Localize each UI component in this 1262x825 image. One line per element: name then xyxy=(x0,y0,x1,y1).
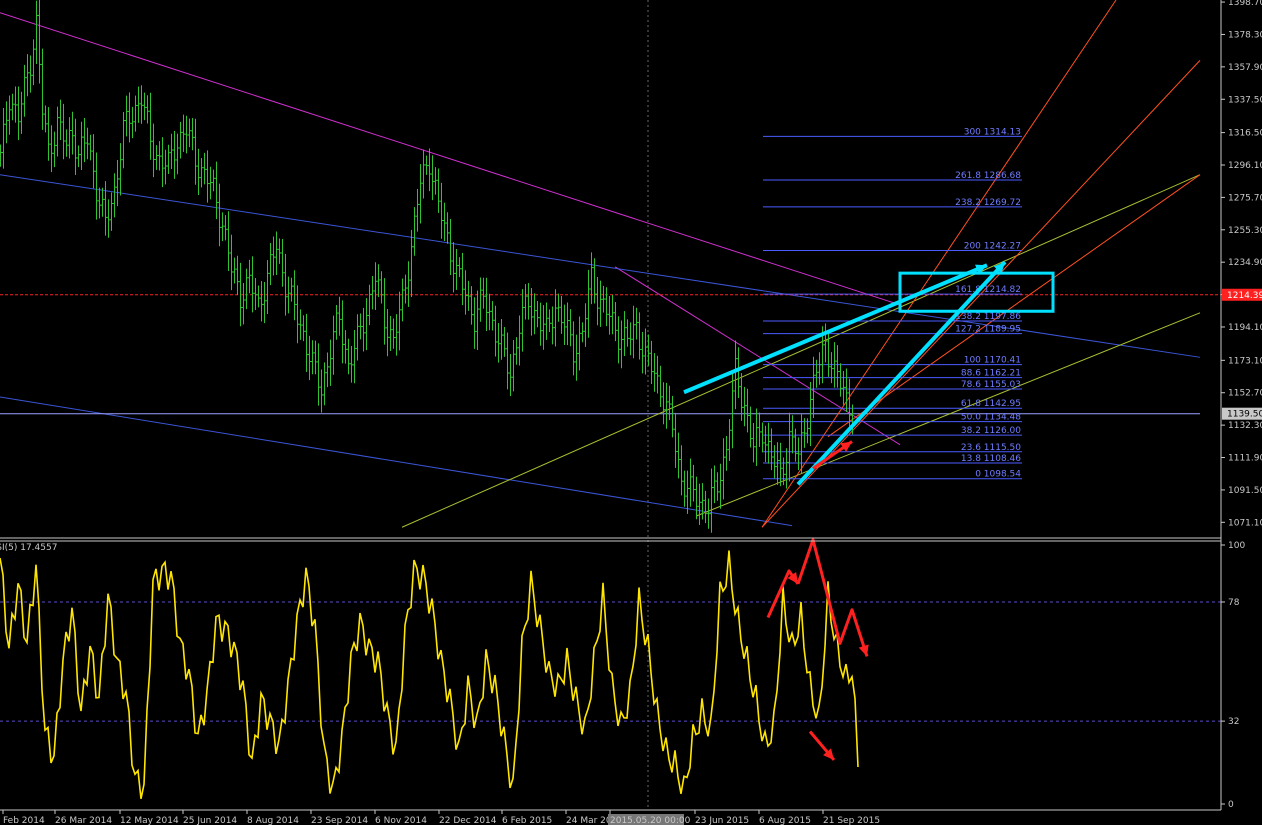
rsi-title: RSI(5) 17.4557 xyxy=(0,543,57,553)
fib-level-label: 23.6 1115.50 xyxy=(961,443,1021,453)
price-tag-label: 1214.39 xyxy=(1227,291,1262,301)
price-tick-label: 1337.50 xyxy=(1228,95,1262,105)
time-tick-label: 25 Jun 2014 xyxy=(183,816,237,825)
crosshair-time-label: 2015.05.20 00:00 xyxy=(610,816,691,825)
orange-fan-a xyxy=(761,0,1117,528)
fib-level-label: 61.8 1142.95 xyxy=(961,399,1021,409)
trend-lines xyxy=(0,0,1221,528)
time-tick-label: 12 May 2014 xyxy=(120,816,179,825)
price-tag-label: 1139.50 xyxy=(1227,410,1262,420)
fib-level-label: 13.8 1108.46 xyxy=(961,454,1021,464)
price-bars xyxy=(0,0,854,533)
fib-level-label: 88.6 1162.21 xyxy=(961,369,1021,379)
rsi-tick-label: 0 xyxy=(1228,800,1234,810)
price-tick-label: 1173.10 xyxy=(1228,356,1262,366)
rsi-annotation-arrowhead xyxy=(858,644,869,657)
rsi-tick-label: 32 xyxy=(1228,717,1239,727)
fib-level-label: 78.6 1155.03 xyxy=(961,380,1021,390)
price-tick-label: 1316.50 xyxy=(1228,129,1262,139)
price-tick-label: 1398.70 xyxy=(1228,0,1262,8)
price-tick-label: 1357.90 xyxy=(1228,63,1262,73)
price-tick-label: 1071.10 xyxy=(1228,518,1262,528)
rsi-tick-label: 78 xyxy=(1228,598,1240,608)
fib-level-label: 200 1242.27 xyxy=(964,241,1021,251)
time-tick-label: 8 Aug 2014 xyxy=(247,816,299,825)
time-tick-label: 23 Jun 2015 xyxy=(695,816,749,825)
fib-level-label: 238.2 1269.72 xyxy=(955,198,1021,208)
fib-level-label: 127.2 1189.95 xyxy=(955,325,1021,335)
time-tick-label: 6 Nov 2014 xyxy=(375,816,427,825)
yellow-channel-a xyxy=(401,174,1201,528)
price-tick-label: 1255.30 xyxy=(1228,226,1262,236)
price-tick-label: 1091.50 xyxy=(1228,486,1262,496)
price-tick-label: 1378.30 xyxy=(1228,30,1262,40)
time-tick-label: 23 Sep 2014 xyxy=(311,816,368,825)
fib-level-label: 300 1314.13 xyxy=(964,127,1021,137)
blue-channel-bottom xyxy=(0,396,793,527)
fib-level-label: 261.8 1286.68 xyxy=(955,171,1021,181)
price-tick-label: 1152.70 xyxy=(1228,389,1262,399)
time-tick-label: 26 Mar 2014 xyxy=(55,816,112,825)
time-tick-label: 22 Dec 2014 xyxy=(439,816,497,825)
price-tick-label: 1111.90 xyxy=(1228,454,1262,464)
price-tick-label: 1275.70 xyxy=(1228,193,1262,203)
price-tick-label: 1234.90 xyxy=(1228,258,1262,268)
time-tick-label: 6 Aug 2015 xyxy=(759,816,811,825)
orange-fan-c xyxy=(827,174,1201,438)
rsi-line xyxy=(0,550,859,799)
time-tick-label: 21 Sep 2015 xyxy=(823,816,880,825)
price-tick-label: 1296.10 xyxy=(1228,161,1262,171)
fib-level-label: 38.2 1126.00 xyxy=(961,426,1021,436)
rsi-annotation-arrow[interactable] xyxy=(796,538,869,657)
rsi-tick-label: 100 xyxy=(1228,541,1245,551)
rsi-panel: RSI(5) 17.4557 xyxy=(0,538,869,799)
time-tick-label: Feb 2014 xyxy=(3,816,45,825)
fib-level-label: 138.2 1197.86 xyxy=(955,312,1021,322)
price-tick-label: 1194.10 xyxy=(1228,323,1262,333)
price-tick-label: 1132.30 xyxy=(1228,421,1262,431)
time-tick-label: 6 Feb 2015 xyxy=(502,816,552,825)
fib-level-label: 0 1098.54 xyxy=(975,470,1021,480)
trading-chart[interactable]: 300 1314.13 261.8 1286.68 238.2 1269.72 200… xyxy=(0,0,1262,825)
fib-level-label: 50.0 1134.48 xyxy=(961,413,1021,423)
fib-level-label: 100 1170.41 xyxy=(964,356,1021,366)
yellow-channel-b xyxy=(695,312,1201,517)
time-tick-label: 24 Mar 20 xyxy=(566,816,612,825)
fib-level-label: 161.8 1214.82 xyxy=(955,285,1021,295)
